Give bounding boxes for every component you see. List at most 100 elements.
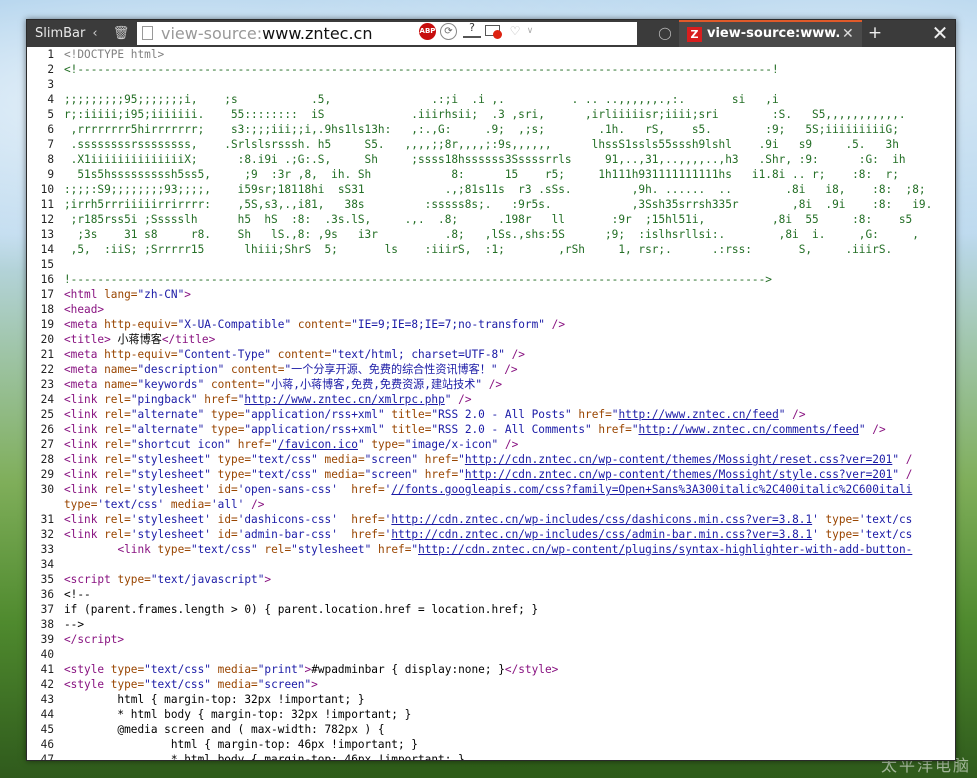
adblock-icon[interactable]: ABP: [419, 23, 436, 40]
line-number: 25: [40, 408, 54, 421]
source-line: 12 ;r185rss5i ;Ssssslh h5 hS :8: .3s.lS,…: [27, 212, 955, 227]
source-line: 31 <link rel='stylesheet' id='dashicons-c…: [27, 512, 955, 527]
source-line: 45 @media screen and ( max-width: 782px …: [27, 722, 955, 737]
line-number: 42: [40, 678, 54, 691]
tab-icon[interactable]: ◯: [655, 20, 675, 47]
source-line: 7 .ssssssssrssssssss, .Srlslsrsssh. h5 S…: [27, 137, 955, 152]
line-number: 47: [40, 753, 54, 760]
line-code: !---------------------------------------…: [64, 273, 772, 286]
source-line: 43 html { margin-top: 32px !important; }: [27, 692, 955, 707]
line-code: <link rel="pingback" href="http://www.zn…: [64, 393, 472, 406]
line-number: 20: [40, 333, 54, 346]
line-code: <style type="text/css" media="screen">: [64, 678, 318, 691]
url-scheme: view-source:: [161, 24, 263, 43]
new-tab-icon[interactable]: +: [865, 20, 885, 47]
line-code: if (parent.frames.length > 0) { parent.l…: [64, 603, 539, 616]
tab-close-icon[interactable]: ✕: [842, 24, 854, 44]
heart-icon[interactable]: ♡: [508, 23, 522, 40]
source-line: 33 <link type="text/css" rel="stylesheet…: [27, 542, 955, 557]
url-host: www.zntec.cn: [262, 24, 373, 43]
line-code: .ssssssssrssssssss, .Srlslsrsssh. h5 S5.…: [64, 138, 899, 151]
line-code: :;;;:S9;;;;;;;;93;;;;, i59sr;18118hi sS3…: [64, 183, 926, 196]
source-line: 28 <link rel="stylesheet" type="text/css"…: [27, 452, 955, 467]
source-line: 46 html { margin-top: 46px !important; }: [27, 737, 955, 752]
line-number: 34: [40, 558, 54, 571]
chevron-down-icon[interactable]: ∨: [524, 23, 536, 40]
line-number: 14: [40, 243, 54, 256]
source-line: 30 <link rel='stylesheet' id='open-sans-c…: [27, 482, 955, 497]
line-number: 21: [40, 348, 54, 361]
line-number: 6: [47, 123, 54, 136]
source-line: 4 ;;;;;;;;;95;;;;;;;i, ;s .5, .:;i .i ,. …: [27, 92, 955, 107]
trash-icon[interactable]: 🗑: [111, 20, 131, 47]
line-number: 18: [40, 303, 54, 316]
line-number: 9: [47, 168, 54, 181]
line-number: 37: [40, 603, 54, 616]
back-chevron-icon[interactable]: ‹: [85, 20, 105, 47]
line-code: ;irrh5rrriiiiirrirrrr: ,5S,s3,.,i81, 38s…: [64, 198, 933, 211]
source-line: 34: [27, 557, 955, 572]
line-number: 11: [40, 198, 54, 211]
slimbar-button[interactable]: SlimBar: [27, 20, 85, 47]
source-line: 24 <link rel="pingback" href="http://www.…: [27, 392, 955, 407]
sync-icon[interactable]: ⟳: [440, 23, 457, 40]
line-number: 36: [40, 588, 54, 601]
source-line: 25 <link rel="alternate" type="applicatio…: [27, 407, 955, 422]
source-line: 40: [27, 647, 955, 662]
line-code: </script>: [64, 633, 125, 646]
source-line: 44 * html body { margin-top: 32px !impor…: [27, 707, 955, 722]
source-line: 11 ;irrh5rrriiiiirrirrrr: ,5S,s3,.,i81, 3…: [27, 197, 955, 212]
line-code: <!DOCTYPE html>: [64, 48, 165, 61]
line-code: .X1iiiiiiiiiiiiiiX; :8.i9i .;G:.S, Sh ;s…: [64, 153, 906, 166]
block-icon[interactable]: [485, 23, 503, 40]
line-number: 13: [40, 228, 54, 241]
line-number: 28: [40, 453, 54, 466]
source-line: 18 <head>: [27, 302, 955, 317]
url-text[interactable]: view-source:www.zntec.cn: [161, 24, 373, 43]
line-number: 41: [40, 663, 54, 676]
line-number: 40: [40, 648, 54, 661]
line-code: <link rel="stylesheet" type="text/css" m…: [64, 468, 913, 481]
line-number: 32: [40, 528, 54, 541]
line-number: 22: [40, 363, 54, 376]
line-number: 30: [40, 483, 54, 496]
line-code: type='text/css' media='all' />: [64, 498, 265, 511]
line-code: <meta name="keywords" content="小蒋,小蒋博客,免…: [64, 378, 503, 391]
line-code: * html body { margin-top: 32px !importan…: [64, 708, 412, 721]
line-code: ,rrrrrrrr5hirrrrrrr; s3:;;;iii;;i,.9hs1l…: [64, 123, 899, 136]
source-line: 19 <meta http-equiv="X-UA-Compatible" con…: [27, 317, 955, 332]
tab-title: view-source:www.znt...: [707, 26, 839, 41]
address-bar[interactable]: view-source:www.zntec.cn: [137, 22, 637, 45]
source-line: 20 <title> 小蒋博客</title>: [27, 332, 955, 347]
source-line: 38 -->: [27, 617, 955, 632]
line-number: 46: [40, 738, 54, 751]
line-number: 4: [47, 93, 54, 106]
source-line: type='text/css' media='all' />: [27, 497, 955, 512]
source-line: 35 <script type="text/javascript">: [27, 572, 955, 587]
source-line: 10 :;;;:S9;;;;;;;;93;;;;, i59sr;18118hi s…: [27, 182, 955, 197]
line-number: 35: [40, 573, 54, 586]
active-tab[interactable]: Z view-source:www.znt... ✕: [679, 20, 862, 47]
source-line: 26 <link rel="alternate" type="applicatio…: [27, 422, 955, 437]
source-line: 22 <meta name="description" content="一个分享…: [27, 362, 955, 377]
line-number: 26: [40, 423, 54, 436]
line-number: 38: [40, 618, 54, 631]
line-code: * html body { margin-top: 46px !importan…: [64, 753, 465, 760]
line-number: 33: [40, 543, 54, 556]
source-view[interactable]: 1 <!DOCTYPE html> 2 <!---------------------…: [27, 47, 955, 760]
source-line: 29 <link rel="stylesheet" type="text/css"…: [27, 467, 955, 482]
line-number: 15: [40, 258, 54, 271]
line-number: 31: [40, 513, 54, 526]
source-line: 5 r;:iiiii;i95;iiiiiii. 55:::::::: iS .ii…: [27, 107, 955, 122]
source-line: 3: [27, 77, 955, 92]
line-code: <script type="text/javascript">: [64, 573, 272, 586]
window-close-icon[interactable]: ✕: [925, 20, 955, 47]
source-line: 27 <link rel="shortcut icon" href="/favic…: [27, 437, 955, 452]
help-icon[interactable]: ?: [463, 22, 481, 38]
line-number: 43: [40, 693, 54, 706]
line-number: 10: [40, 183, 54, 196]
source-line: 17 <html lang="zh-CN">: [27, 287, 955, 302]
source-line: 9 51s5hsssssssssh5ss5, ;9 :3r ,8, ih. Sh…: [27, 167, 955, 182]
line-code: ;;;;;;;;;95;;;;;;;i, ;s .5, .:;i .i ,. .…: [64, 93, 779, 106]
line-number: 29: [40, 468, 54, 481]
